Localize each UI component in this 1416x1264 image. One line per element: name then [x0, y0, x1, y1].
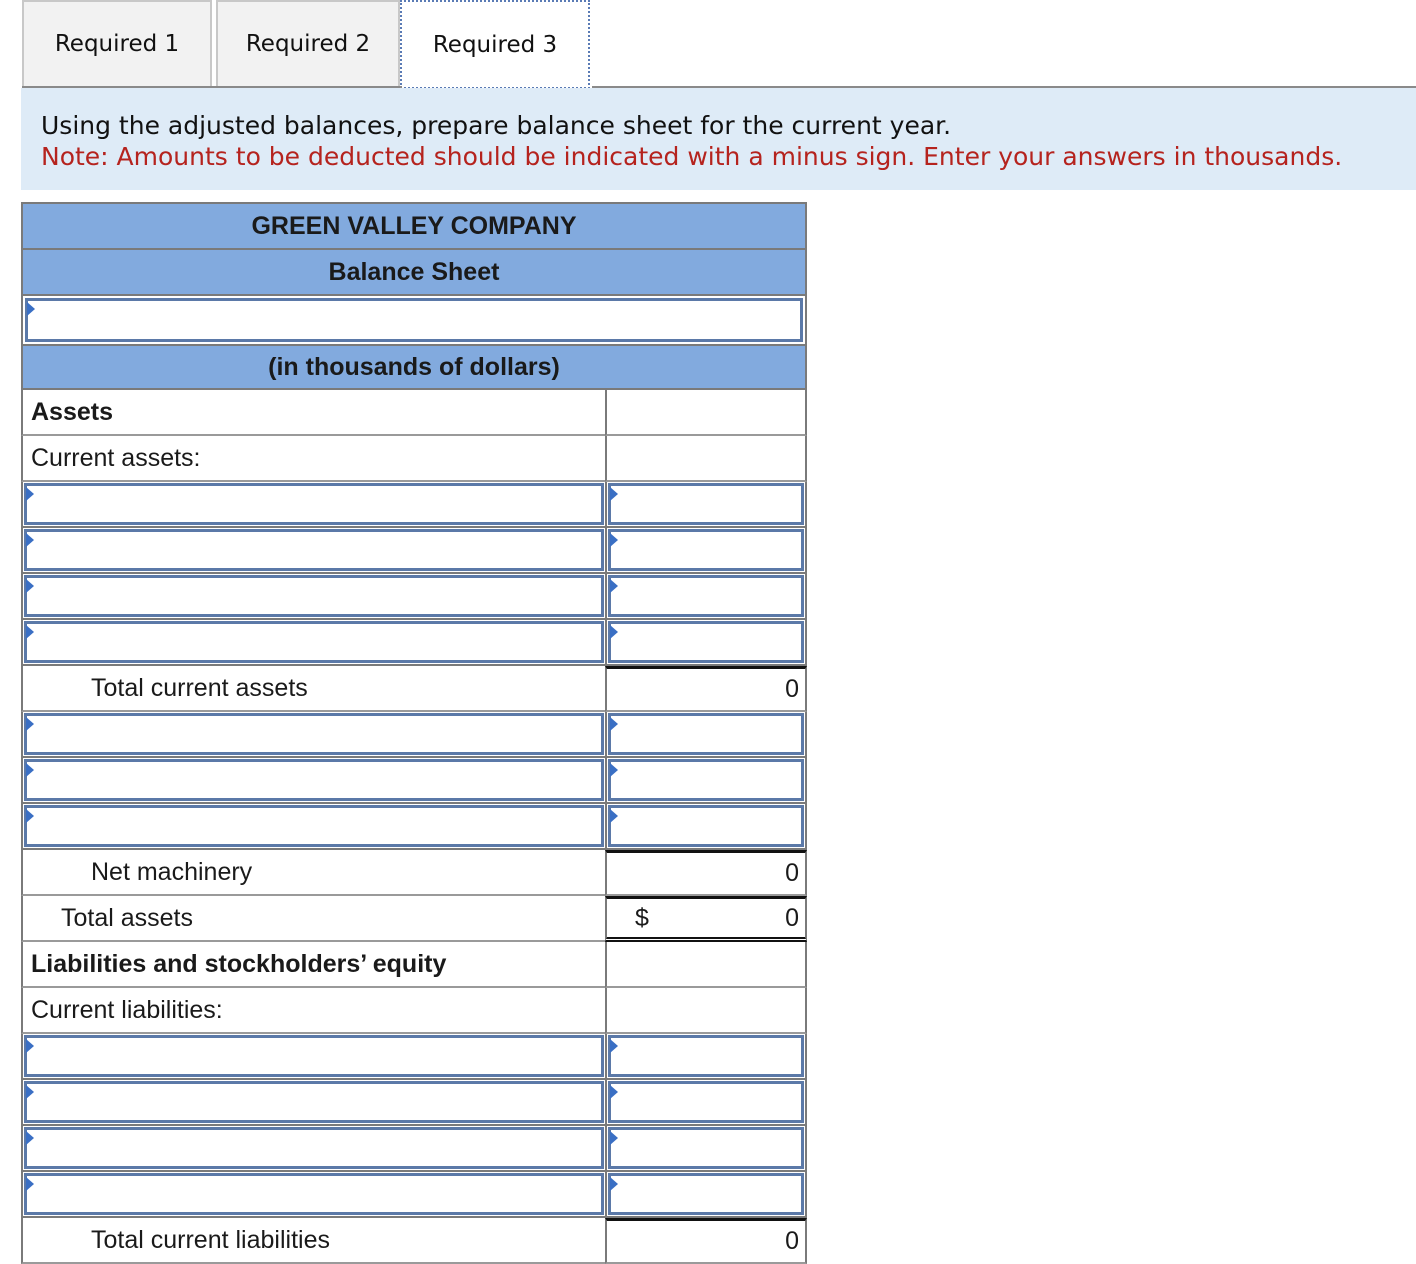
current-assets-label: Current assets:	[21, 436, 605, 482]
account-input[interactable]	[27, 808, 601, 844]
tab-bar: Required 1 Required 2 Required 3	[22, 0, 590, 89]
tab-required-2[interactable]: Required 2	[216, 0, 400, 86]
empty-amount	[605, 988, 807, 1034]
assets-label: Assets	[21, 390, 605, 436]
account-dropdown[interactable]	[24, 713, 604, 755]
instructions-text: Using the adjusted balances, prepare bal…	[41, 111, 952, 140]
sheet-title: Balance Sheet	[21, 248, 807, 294]
machinery-row	[21, 712, 807, 758]
account-input[interactable]	[27, 762, 601, 798]
amount-input[interactable]	[611, 716, 801, 752]
current-liabilities-label: Current liabilities:	[21, 988, 605, 1034]
total-assets-cell: $ 0	[605, 896, 807, 942]
account-dropdown[interactable]	[24, 1081, 604, 1123]
liabilities-heading-row: Liabilities and stockholders’ equity	[21, 942, 807, 988]
net-machinery-value: 0	[605, 850, 807, 896]
empty-amount	[605, 390, 807, 436]
current-asset-row	[21, 620, 807, 666]
date-row	[21, 294, 807, 344]
account-input[interactable]	[27, 486, 601, 522]
current-liability-row	[21, 1172, 807, 1218]
amount-input-wrap[interactable]	[608, 575, 804, 617]
total-current-assets-value: 0	[605, 666, 807, 712]
amount-input-wrap[interactable]	[608, 1081, 804, 1123]
account-input[interactable]	[27, 1084, 601, 1120]
amount-input-wrap[interactable]	[608, 483, 804, 525]
amount-input[interactable]	[611, 1130, 801, 1166]
total-assets-label: Total assets	[21, 896, 605, 942]
date-dropdown[interactable]	[25, 298, 803, 342]
total-current-assets-label: Total current assets	[21, 666, 605, 712]
amount-input-wrap[interactable]	[608, 529, 804, 571]
account-dropdown[interactable]	[24, 805, 604, 847]
amount-input-wrap[interactable]	[608, 621, 804, 663]
total-current-liabilities-label: Total current liabilities	[21, 1218, 605, 1264]
amount-input[interactable]	[611, 486, 801, 522]
amount-input[interactable]	[611, 1176, 801, 1212]
amount-input[interactable]	[611, 1038, 801, 1074]
current-asset-row	[21, 574, 807, 620]
account-dropdown[interactable]	[24, 483, 604, 525]
total-assets-value: 0	[785, 903, 799, 932]
account-dropdown[interactable]	[24, 759, 604, 801]
current-liability-row	[21, 1034, 807, 1080]
amount-input-wrap[interactable]	[608, 1173, 804, 1215]
amount-input-wrap[interactable]	[608, 805, 804, 847]
date-input[interactable]	[28, 301, 800, 339]
current-asset-row	[21, 528, 807, 574]
total-current-liabilities-row: Total current liabilities 0	[21, 1218, 807, 1264]
amount-input-wrap[interactable]	[608, 759, 804, 801]
amount-input[interactable]	[611, 1084, 801, 1120]
balance-sheet-table: GREEN VALLEY COMPANY Balance Sheet (in t…	[21, 202, 807, 1264]
total-current-assets-row: Total current assets 0	[21, 666, 807, 712]
account-input[interactable]	[27, 624, 601, 660]
amount-input-wrap[interactable]	[608, 1127, 804, 1169]
tab-required-3[interactable]: Required 3	[400, 0, 590, 89]
amount-input[interactable]	[611, 578, 801, 614]
amount-input[interactable]	[611, 762, 801, 798]
total-current-liabilities-value: 0	[605, 1218, 807, 1264]
account-input[interactable]	[27, 1130, 601, 1166]
account-input[interactable]	[27, 1038, 601, 1074]
account-dropdown[interactable]	[24, 1127, 604, 1169]
units-label: (in thousands of dollars)	[21, 344, 807, 390]
account-input[interactable]	[27, 578, 601, 614]
empty-amount	[605, 942, 807, 988]
currency-symbol: $	[635, 903, 649, 932]
account-dropdown[interactable]	[24, 1035, 604, 1077]
empty-amount	[605, 436, 807, 482]
net-machinery-row: Net machinery 0	[21, 850, 807, 896]
current-assets-heading-row: Current assets:	[21, 436, 807, 482]
amount-input-wrap[interactable]	[608, 713, 804, 755]
current-liability-row	[21, 1126, 807, 1172]
account-input[interactable]	[27, 1176, 601, 1212]
current-liabilities-heading-row: Current liabilities:	[21, 988, 807, 1034]
account-dropdown[interactable]	[24, 575, 604, 617]
account-input[interactable]	[27, 532, 601, 568]
company-name: GREEN VALLEY COMPANY	[21, 202, 807, 248]
instructions-panel: Using the adjusted balances, prepare bal…	[21, 88, 1416, 190]
tab-required-1[interactable]: Required 1	[22, 0, 212, 86]
assets-heading-row: Assets	[21, 390, 807, 436]
net-machinery-label: Net machinery	[21, 850, 605, 896]
account-dropdown[interactable]	[24, 1173, 604, 1215]
account-dropdown[interactable]	[24, 621, 604, 663]
amount-input[interactable]	[611, 808, 801, 844]
amount-input-wrap[interactable]	[608, 1035, 804, 1077]
instructions-note: Note: Amounts to be deducted should be i…	[41, 142, 1343, 171]
account-dropdown[interactable]	[24, 529, 604, 571]
current-asset-row	[21, 482, 807, 528]
amount-input[interactable]	[611, 532, 801, 568]
account-input[interactable]	[27, 716, 601, 752]
current-liability-row	[21, 1080, 807, 1126]
machinery-row	[21, 758, 807, 804]
amount-input[interactable]	[611, 624, 801, 660]
machinery-row	[21, 804, 807, 850]
total-assets-row: Total assets $ 0	[21, 896, 807, 942]
liabilities-equity-label: Liabilities and stockholders’ equity	[21, 942, 605, 988]
